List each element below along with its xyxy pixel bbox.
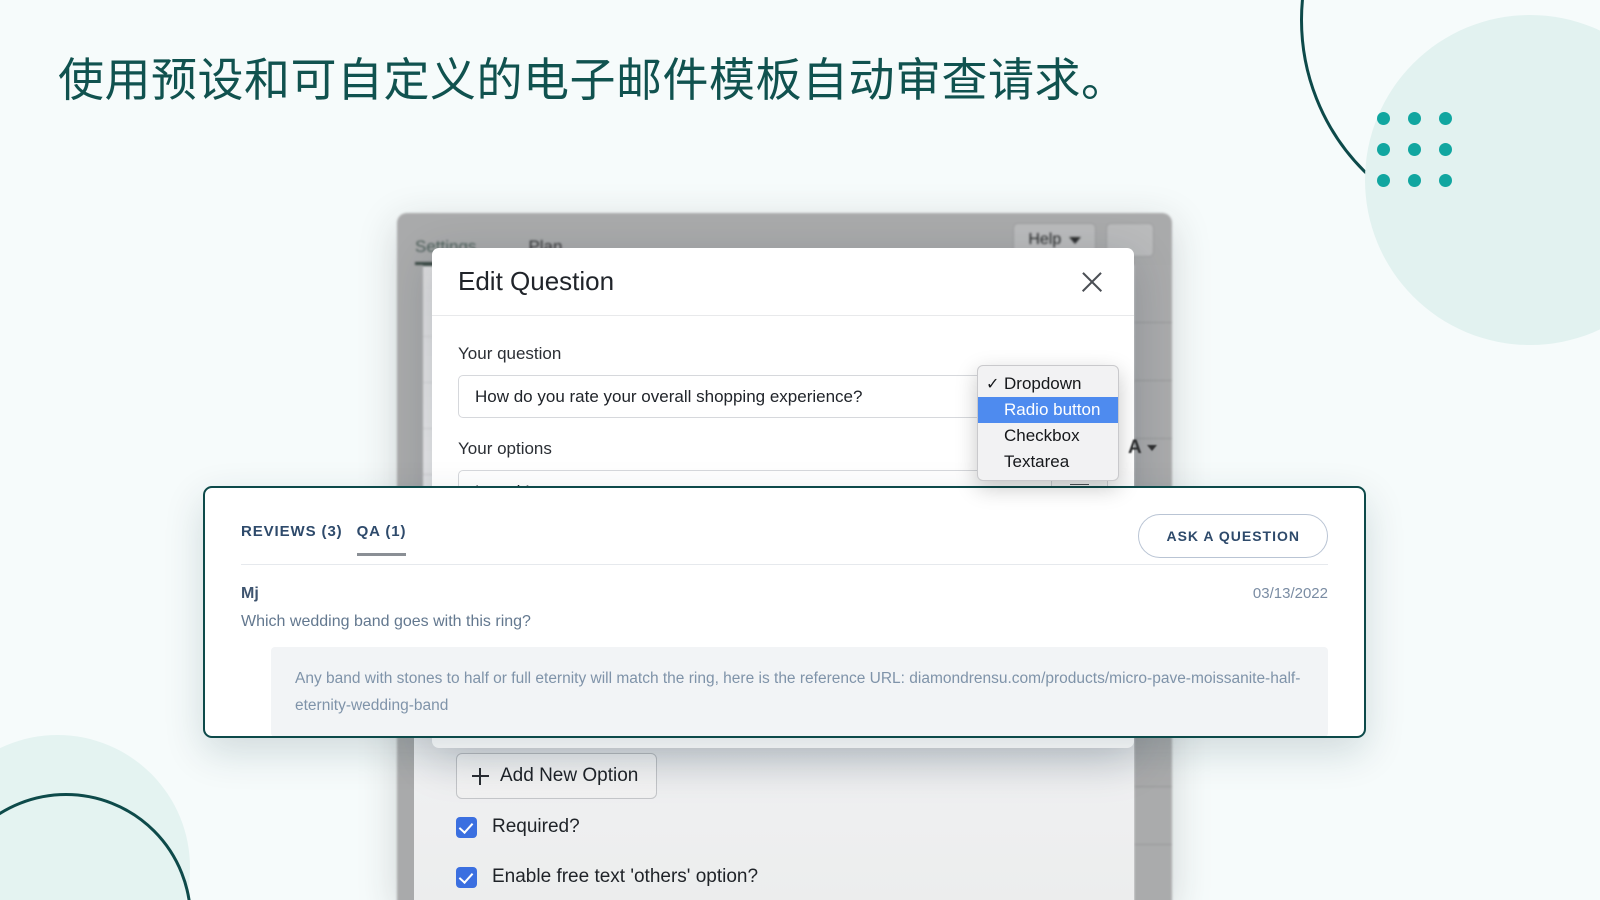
page-headline: 使用预设和可自定义的电子邮件模板自动审查请求。 <box>58 54 1128 106</box>
check-icon: ✓ <box>986 376 1000 393</box>
qa-entry-meta: Mj 03/13/2022 <box>205 565 1364 603</box>
chevron-down-icon <box>1069 236 1082 244</box>
required-checkbox-label: Required? <box>492 816 580 837</box>
qa-tabs: REVIEWS (3) QA (1) <box>241 523 407 556</box>
free-text-checkbox[interactable] <box>456 866 477 888</box>
select-option-dropdown[interactable]: ✓ Dropdown <box>978 371 1118 397</box>
tab-reviews[interactable]: REVIEWS (3) <box>241 523 343 556</box>
required-checkbox-row[interactable]: Required? <box>456 816 580 838</box>
qa-author: Mj <box>241 585 259 602</box>
question-type-select-popup[interactable]: ✓ Dropdown Radio button Checkbox Textare… <box>977 365 1119 481</box>
close-icon[interactable] <box>1078 268 1106 296</box>
question-form-area: Add New Option Required? Enable free tex… <box>414 736 1134 900</box>
free-text-checkbox-label: Enable free text 'others' option? <box>492 866 759 887</box>
help-button-label: Help <box>1028 231 1062 248</box>
qa-date: 03/13/2022 <box>1252 585 1328 602</box>
question-type-glyph: A <box>1128 437 1142 458</box>
qa-card-header: REVIEWS (3) QA (1) ASK A QUESTION <box>205 488 1364 564</box>
decor-dot-grid-icon <box>1377 112 1452 187</box>
decor-circle-fill-top-right <box>1365 15 1600 345</box>
select-option-radio-button[interactable]: Radio button <box>978 397 1118 423</box>
decor-circle-outline-bottom-left <box>0 793 192 900</box>
select-option-label: Checkbox <box>1004 426 1080 445</box>
tab-qa[interactable]: QA (1) <box>356 523 407 556</box>
qa-question-text: Which wedding band goes with this ring? <box>241 613 531 630</box>
select-option-label: Dropdown <box>1004 374 1082 393</box>
select-option-textarea[interactable]: Textarea <box>978 449 1118 475</box>
question-field-label: Your question <box>458 344 562 363</box>
chevron-down-icon <box>1146 445 1157 451</box>
add-new-option-label: Add New Option <box>500 765 639 786</box>
question-type-control[interactable]: A <box>1128 437 1157 459</box>
qa-answer-text: Any band with stones to half or full ete… <box>271 647 1328 736</box>
decor-circle-fill-bottom-left <box>0 735 190 900</box>
required-checkbox[interactable] <box>456 816 477 838</box>
modal-header: Edit Question <box>432 248 1134 316</box>
select-option-label: Radio button <box>1004 400 1101 419</box>
add-new-option-button[interactable]: Add New Option <box>456 753 658 799</box>
select-option-checkbox[interactable]: Checkbox <box>978 423 1118 449</box>
qa-overlay-card: REVIEWS (3) QA (1) ASK A QUESTION Mj 03/… <box>203 486 1366 738</box>
select-option-label: Textarea <box>1004 452 1070 471</box>
free-text-checkbox-row[interactable]: Enable free text 'others' option? <box>456 866 758 888</box>
plus-icon <box>472 767 489 785</box>
decor-circle-outline-top-right <box>1300 0 1600 235</box>
ask-a-question-button[interactable]: ASK A QUESTION <box>1138 514 1328 558</box>
modal-title: Edit Question <box>458 266 615 296</box>
page-root: 使用预设和可自定义的电子邮件模板自动审查请求。 Settings Plan He… <box>0 0 1600 900</box>
